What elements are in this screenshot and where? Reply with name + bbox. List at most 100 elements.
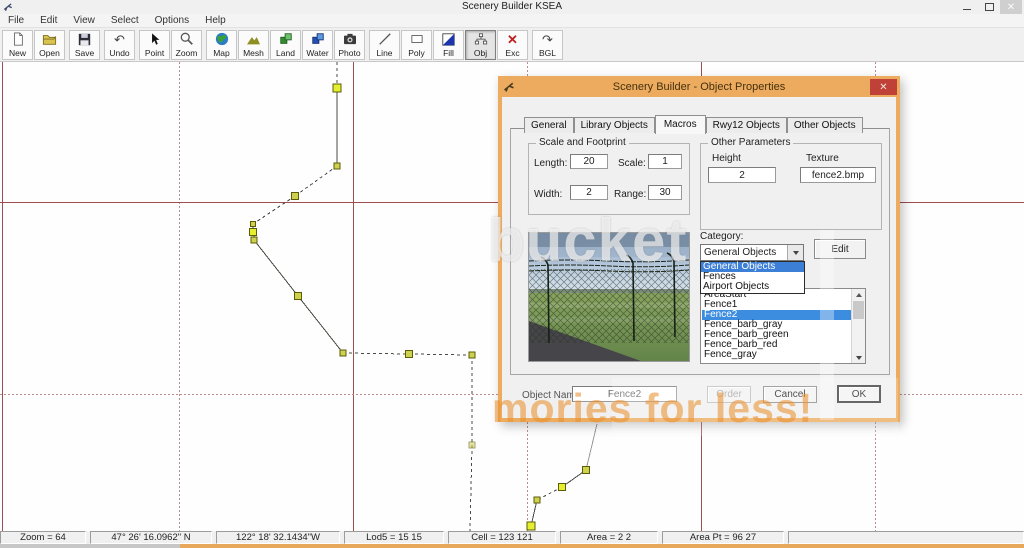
texture-input[interactable]: fence2.bmp [800,167,876,183]
point-button[interactable]: Point [139,29,170,60]
fence-polyline-segment [408,353,473,356]
obj-button[interactable]: Obj [465,29,496,60]
width-label: Width: [534,189,563,200]
category-value: General Objects [704,247,777,258]
object-name-input[interactable]: Fence2 [572,386,677,402]
range-input[interactable]: 30 [648,185,682,200]
close-icon: ✕ [1006,1,1016,13]
dropdown-option[interactable]: Airport Objects [701,282,804,292]
fence-polyline-node[interactable] [332,83,342,93]
fence-polyline-node[interactable] [250,236,258,244]
fence-polyline-segment [252,195,296,225]
menu-edit[interactable]: Edit [32,15,65,26]
photo-button[interactable]: Photo [334,29,365,60]
open-button[interactable]: Open [34,29,65,60]
fence-polyline-node[interactable] [339,349,347,357]
dialog-title: Scenery Builder - Object Properties [612,80,786,93]
exc-button[interactable]: ✕ Exc [497,29,528,60]
undo-arrow-icon: ↶ [114,31,125,47]
menu-file[interactable]: File [0,15,32,26]
fence-polyline-segment [469,444,473,532]
length-label: Length: [534,158,568,169]
menu-view[interactable]: View [65,15,103,26]
status-bar: Zoom = 64 47° 26' 16.0962" N 122° 18' 32… [0,531,1024,544]
fill-square-icon [442,32,455,47]
macro-listbox[interactable]: AreaStart Fence1 Fence2 Fence_barb_gray … [700,288,866,364]
close-window-button[interactable]: ✕ [1000,0,1022,14]
undo-button[interactable]: ↶ Undo [104,29,135,60]
mesh-button[interactable]: Mesh [238,29,269,60]
poly-button[interactable]: Poly [401,29,432,60]
dialog-titlebar: Scenery Builder - Object Properties [498,76,900,97]
fence-polyline-node[interactable] [468,441,476,449]
fence-polyline-node[interactable] [526,521,536,531]
new-button[interactable]: New [2,29,33,60]
list-scrollbar[interactable] [851,289,865,363]
zoom-button[interactable]: Zoom [171,29,202,60]
dialog-close-button[interactable]: ✕ [870,79,897,95]
scroll-up-icon [855,292,862,297]
land-button[interactable]: Land [270,29,301,60]
list-item[interactable]: Fence_gray [702,350,851,360]
water-button[interactable]: Water [302,29,333,60]
fence-polyline-node[interactable] [333,162,341,170]
fence-polyline-node[interactable] [405,350,413,358]
order-button: Order [707,386,751,403]
tab-other-objects[interactable]: Other Objects [786,117,863,133]
status-lod: Lod5 = 15 15 [344,531,444,544]
minimize-button[interactable] [956,0,978,14]
land-squares-icon [279,32,293,47]
menu-select[interactable]: Select [103,15,147,26]
edit-button[interactable]: Edit [814,239,866,259]
status-area: Area = 2 2 [560,531,658,544]
status-area-pt: Area Pt = 96 27 [662,531,784,544]
menu-help[interactable]: Help [197,15,234,26]
save-button[interactable]: Save [69,29,100,60]
ok-button[interactable]: OK [837,385,881,403]
width-input[interactable]: 2 [570,185,608,200]
fence-polyline-segment [297,295,344,354]
map-button[interactable]: Map [206,29,237,60]
scale-label: Scale: [618,158,646,169]
cancel-button[interactable]: Cancel [763,386,817,403]
fence-polyline-node[interactable] [294,292,302,300]
dialog-client-area: General Library Objects Macros Rwy12 Obj… [502,97,896,418]
fence-polyline-node[interactable] [558,483,566,491]
scale-input[interactable]: 1 [648,154,682,169]
maximize-button[interactable] [978,0,1000,14]
status-zoom: Zoom = 64 [0,531,86,544]
object-preview-image [528,232,690,362]
fence-polyline-node[interactable] [249,228,257,236]
fence-polyline-node[interactable] [533,496,541,504]
menu-bar: File Edit View Select Options Help [0,14,1024,28]
height-input[interactable]: 2 [708,167,776,183]
fence-polyline-segment [585,423,598,471]
length-input[interactable]: 20 [570,154,608,169]
tab-library-objects[interactable]: Library Objects [573,117,655,133]
line-button[interactable]: Line [369,29,400,60]
fence-polyline-node[interactable] [468,351,476,359]
texture-label: Texture [806,153,839,164]
window-title: Scenery Builder KSEA [461,1,563,12]
camera-icon [343,32,357,47]
dialog-close-icon: ✕ [879,81,888,93]
tab-macros[interactable]: Macros [654,115,706,134]
fence-polyline-node[interactable] [582,466,590,474]
watermark-bottom-band [180,544,1024,548]
fill-button[interactable]: Fill [433,29,464,60]
menu-options[interactable]: Options [147,15,197,26]
object-properties-dialog: Scenery Builder - Object Properties ✕ Ge… [498,76,900,422]
water-squares-icon [311,32,325,47]
tab-general[interactable]: General [524,117,574,133]
scroll-up-button[interactable] [852,289,865,300]
fence-polyline-segment [253,239,299,297]
fence-polyline-node[interactable] [291,192,299,200]
fence-polyline-node[interactable] [250,221,256,227]
scroll-down-button[interactable] [852,352,865,363]
tab-rwy12-objects[interactable]: Rwy12 Objects [705,117,787,133]
bgl-button[interactable]: ↷ BGL [532,29,563,60]
category-combobox[interactable]: General Objects [700,244,804,261]
category-dropdown-button[interactable] [787,245,803,260]
scroll-thumb[interactable] [853,301,864,319]
range-label: Range: [614,189,647,200]
